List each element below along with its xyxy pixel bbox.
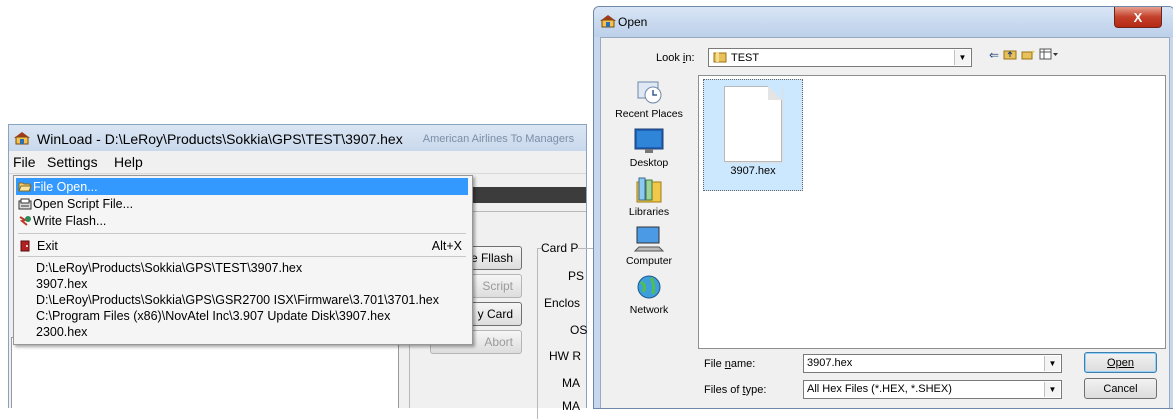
recent-file-3[interactable]: D:\LeRoy\Products\Sokkia\GPS\GSR2700 ISX… — [36, 293, 439, 307]
up-folder-icon[interactable] — [1003, 48, 1017, 63]
recent-file-1[interactable]: D:\LeRoy\Products\Sokkia\GPS\TEST\3907.h… — [36, 261, 302, 275]
place-libraries[interactable]: Libraries — [607, 176, 691, 218]
menu-item-label: File Open... — [33, 179, 98, 194]
folder-open-icon — [16, 181, 33, 193]
menu-separator — [18, 256, 466, 257]
menu-item-label: Exit — [37, 238, 58, 253]
menu-item-label: Open Script File... — [33, 196, 134, 211]
close-button[interactable]: X — [1114, 7, 1162, 28]
recent-file-5[interactable]: 2300.hex — [36, 325, 87, 339]
recent-file-4[interactable]: C:\Program Files (x86)\NovAtel Inc\3.907… — [36, 309, 390, 323]
network-icon — [633, 274, 665, 302]
look-in-label: Look in: — [656, 52, 695, 64]
file-menu-dropdown: File Open... Open Script File... Write F… — [13, 175, 473, 345]
script-icon — [16, 198, 33, 210]
file-type-label: Files of type: — [704, 384, 767, 396]
back-arrow-icon[interactable]: ⇐ — [989, 48, 999, 63]
winload-app-icon — [13, 131, 31, 148]
menu-item-exit[interactable]: Exit Alt+X — [16, 237, 468, 254]
file-name-field[interactable]: 3907.hex ▼ — [803, 354, 1062, 373]
menu-help[interactable]: Help — [114, 154, 143, 170]
open-button-label: Open — [1107, 356, 1134, 369]
open-dialog-title: Open — [618, 15, 648, 29]
place-label: Libraries — [628, 206, 670, 218]
file-document-icon — [724, 86, 782, 162]
ps-label: PS — [568, 269, 585, 283]
recent-file-2[interactable]: 3907.hex — [36, 277, 87, 291]
file-list-area[interactable]: 3907.hex — [698, 75, 1166, 349]
menu-item-write-flash[interactable]: Write Flash... — [16, 212, 468, 229]
file-type-select[interactable]: All Hex Files (*.HEX, *.SHEX) ▼ — [803, 380, 1062, 399]
place-recent-places[interactable]: Recent Places — [607, 78, 691, 120]
cancel-button[interactable]: Cancel — [1084, 378, 1157, 399]
places-bar: Recent Places Desktop Libraries Computer — [607, 76, 691, 341]
exit-icon — [16, 240, 33, 252]
chevron-down-icon[interactable]: ▼ — [1044, 382, 1060, 397]
place-desktop[interactable]: Desktop — [607, 127, 691, 169]
menu-separator — [18, 233, 466, 234]
recent-places-icon — [633, 78, 665, 106]
folder-icon — [713, 51, 727, 66]
file-name-label: File name: — [704, 358, 756, 370]
place-label: Recent Places — [615, 108, 683, 120]
file-name-value: 3907.hex — [807, 357, 853, 369]
open-dialog-client: Look in: TEST ▼ ⇐ Recent Places Desktop … — [600, 37, 1170, 408]
winload-title: WinLoad - D:\LeRoy\Products\Sokkia\GPS\T… — [37, 131, 403, 147]
background-tabs-text: American Airlines To Managers — [422, 133, 575, 145]
place-computer[interactable]: Computer — [607, 225, 691, 267]
open-dialog-app-icon — [599, 14, 617, 31]
ma-label-2: MA — [562, 399, 580, 413]
winload-menubar: File Settings Help — [9, 151, 586, 174]
file-type-value: All Hex Files (*.HEX, *.SHEX) — [807, 383, 952, 395]
nav-toolbar: ⇐ — [989, 48, 1059, 63]
flash-icon — [16, 215, 33, 227]
libraries-icon — [633, 176, 665, 204]
winload-log-list[interactable] — [11, 337, 399, 408]
file-item-name: 3907.hex — [730, 165, 776, 177]
card-group-label: Card P — [541, 241, 579, 255]
computer-icon — [633, 225, 665, 253]
place-label: Desktop — [629, 157, 669, 169]
look-in-combo[interactable]: TEST ▼ — [708, 48, 972, 67]
exit-shortcut: Alt+X — [431, 238, 462, 253]
menu-item-file-open[interactable]: File Open... — [16, 178, 468, 195]
winload-titlebar[interactable]: WinLoad - D:\LeRoy\Products\Sokkia\GPS\T… — [13, 129, 574, 149]
file-item[interactable]: 3907.hex — [703, 79, 803, 191]
new-folder-icon[interactable] — [1021, 48, 1036, 63]
place-label: Computer — [625, 255, 673, 267]
ma-label-1: MA — [562, 376, 580, 390]
open-button[interactable]: Open — [1084, 352, 1157, 373]
close-icon: X — [1133, 9, 1143, 25]
chevron-down-icon[interactable]: ▼ — [954, 50, 970, 65]
menu-item-label: Write Flash... — [33, 213, 107, 228]
place-network[interactable]: Network — [607, 274, 691, 316]
menu-item-open-script[interactable]: Open Script File... — [16, 195, 468, 212]
open-dialog-titlebar[interactable] — [594, 7, 1173, 37]
os-label: OS — [570, 323, 588, 337]
view-menu-icon[interactable] — [1039, 48, 1059, 63]
place-label: Network — [629, 304, 669, 316]
menu-file[interactable]: File — [13, 154, 36, 170]
desktop-icon — [633, 127, 665, 155]
chevron-down-icon[interactable]: ▼ — [1044, 356, 1060, 371]
enclosure-label: Enclos — [544, 296, 581, 310]
hw-rev-label: HW R — [549, 349, 581, 363]
winload-dark-bar — [469, 187, 586, 203]
look-in-value: TEST — [731, 52, 760, 64]
menu-settings[interactable]: Settings — [47, 154, 98, 170]
open-dialog: Open X Look in: TEST ▼ ⇐ Recent Places D… — [593, 6, 1173, 409]
